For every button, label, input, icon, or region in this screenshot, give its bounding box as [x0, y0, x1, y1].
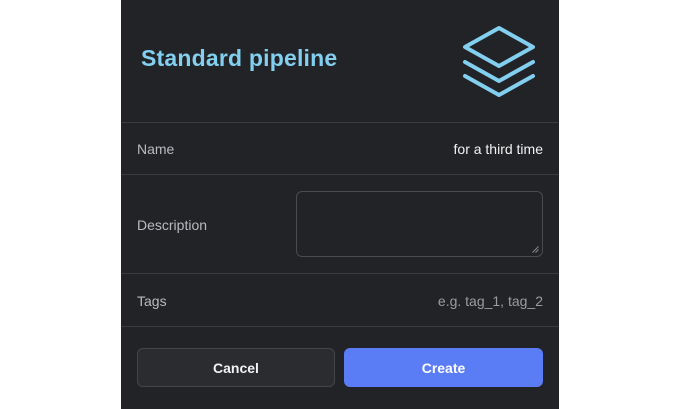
create-button[interactable]: Create: [344, 348, 543, 387]
divider: [121, 174, 559, 175]
create-button-label: Create: [421, 359, 466, 376]
name-label: Name: [137, 141, 175, 157]
description-label: Description: [137, 217, 208, 233]
tags-input[interactable]: e.g. tag_1, tag_2: [438, 293, 543, 309]
cancel-button[interactable]: Cancel: [137, 348, 335, 387]
tags-label: Tags: [137, 293, 167, 309]
dialog-header: Standard pipeline: [121, 0, 559, 122]
name-input[interactable]: for a third time: [454, 141, 543, 157]
description-textarea[interactable]: [296, 191, 543, 257]
cancel-button-label: Cancel: [213, 359, 259, 376]
divider: [121, 273, 559, 274]
divider: [121, 326, 559, 327]
dialog-title: Standard pipeline: [141, 45, 338, 71]
resize-handle-icon[interactable]: [532, 246, 539, 253]
create-pipeline-dialog: Standard pipeline Name for a third time …: [121, 0, 559, 409]
divider: [121, 122, 559, 123]
layers-icon: [463, 26, 535, 97]
